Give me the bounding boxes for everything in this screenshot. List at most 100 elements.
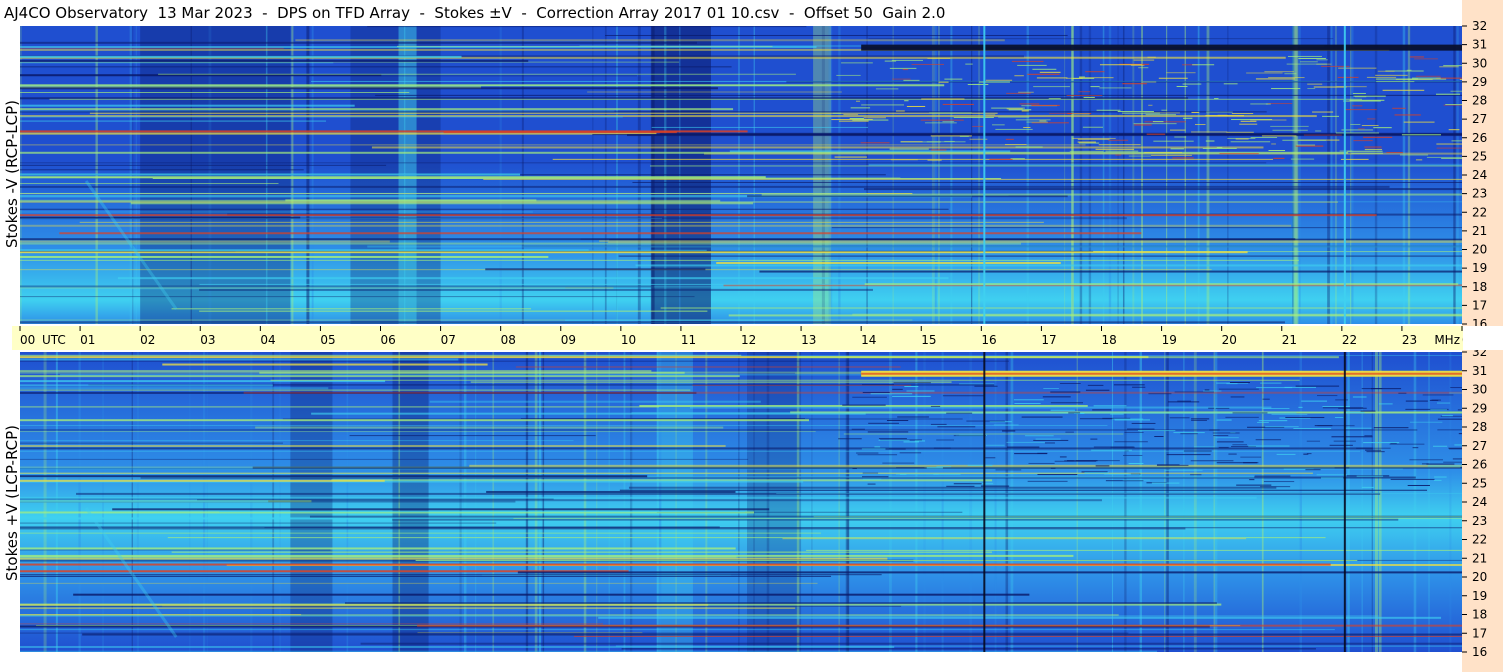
interference-line (360, 642, 1462, 645)
noise-segment (1293, 427, 1332, 429)
noise-segment (1108, 139, 1129, 141)
noise-segment (892, 78, 911, 80)
interference-line (20, 164, 387, 166)
noise-segment (1255, 439, 1282, 441)
noise-segment (834, 156, 867, 158)
noise-segment (942, 395, 984, 397)
noise-segment (1352, 396, 1367, 398)
interference-line (243, 391, 1462, 394)
noise-segment (1301, 400, 1328, 402)
noise-segment (1262, 407, 1290, 409)
noise-segment (1078, 142, 1100, 144)
interference-line (20, 440, 574, 442)
noise-segment (1043, 388, 1059, 390)
noise-segment (1343, 412, 1365, 414)
noise-segment (1091, 449, 1132, 451)
interference-line (520, 418, 806, 420)
noise-segment (1347, 150, 1383, 152)
noise-segment (1215, 437, 1239, 439)
mhz-tick-label: 24 (1472, 168, 1487, 182)
noise-segment (1394, 114, 1421, 116)
interference-line (483, 178, 1462, 180)
noise-segment (1216, 419, 1232, 421)
noise-segment (1068, 412, 1081, 414)
mhz-tick-label: 22 (1472, 205, 1487, 219)
noise-segment (942, 103, 974, 105)
interference-line (20, 214, 1377, 217)
noise-segment (1409, 56, 1424, 58)
interference-line (605, 34, 1068, 36)
noise-segment (1412, 447, 1419, 449)
vertical-streak (1164, 352, 1166, 652)
noise-segment (1352, 92, 1366, 94)
noise-segment (1261, 135, 1297, 137)
noise-segment (856, 452, 879, 454)
noise-segment (985, 114, 996, 116)
vertical-streak (889, 352, 892, 652)
vertical-streak (1026, 26, 1029, 324)
noise-segment (911, 63, 944, 65)
vertical-streak (675, 352, 677, 652)
mhz-axis-bottom: 16 17 18 19 20 21 22 23 24 25 26 27 28 29 30 31 32 (1462, 350, 1503, 672)
noise-segment (1128, 462, 1144, 464)
noise-segment (1105, 150, 1139, 152)
noise-segment (1092, 409, 1112, 411)
vertical-streak (1183, 352, 1185, 652)
interference-line (255, 426, 724, 429)
mhz-tick-label: 22 (1472, 533, 1487, 547)
noise-segment (1090, 438, 1098, 440)
noise-segment (1183, 450, 1212, 452)
noise-segment (1145, 114, 1177, 116)
noise-segment (1114, 441, 1148, 443)
noise-segment (1431, 399, 1441, 401)
noise-segment (903, 79, 920, 81)
vertical-streak (811, 352, 813, 652)
noise-segment (1202, 147, 1237, 149)
noise-segment (1006, 441, 1045, 443)
noise-segment (862, 384, 895, 386)
interference-line (171, 308, 532, 310)
noise-segment (1144, 151, 1183, 153)
noise-segment (1427, 465, 1462, 467)
mhz-tick-label: 25 (1472, 149, 1487, 163)
noise-segment (1430, 409, 1448, 411)
interference-line (20, 116, 623, 118)
mhz-tick-label: 16 (1472, 317, 1487, 326)
noise-segment (1033, 439, 1069, 441)
vertical-streak (796, 352, 800, 652)
vertical-streak (525, 352, 529, 652)
noise-segment (870, 393, 913, 395)
interference-line (20, 650, 1158, 652)
noise-segment (1373, 427, 1409, 429)
vertical-streak (1197, 26, 1200, 324)
noise-segment (1331, 436, 1373, 438)
noise-segment (897, 416, 929, 418)
mhz-tick-label: 28 (1472, 94, 1487, 108)
noise-segment (1351, 152, 1383, 154)
noise-segment (1087, 384, 1104, 386)
noise-segment (1415, 75, 1441, 77)
utc-tick-label: 00 (20, 333, 35, 347)
noise-segment (1039, 120, 1047, 122)
time-band (747, 352, 802, 652)
noise-segment (985, 444, 1005, 446)
noise-segment (1150, 154, 1192, 156)
marker-line-22 (1343, 352, 1346, 652)
interference-line (20, 458, 749, 460)
vertical-streak (1335, 26, 1337, 324)
vertical-streak (1139, 352, 1142, 652)
noise-segment (862, 478, 882, 480)
noise-segment (1111, 418, 1144, 420)
noise-segment (1367, 118, 1376, 120)
noise-segment (1433, 479, 1442, 481)
interference-line (79, 221, 1044, 223)
interference-line (580, 238, 1462, 240)
interference-line (20, 192, 868, 194)
noise-segment (1389, 443, 1425, 445)
noise-segment (1161, 109, 1167, 111)
vertical-streak (656, 352, 659, 652)
noise-segment (1095, 148, 1135, 150)
noise-segment (1044, 442, 1055, 444)
vertical-streak (1132, 26, 1135, 324)
mhz-tick-label: 30 (1472, 56, 1487, 70)
